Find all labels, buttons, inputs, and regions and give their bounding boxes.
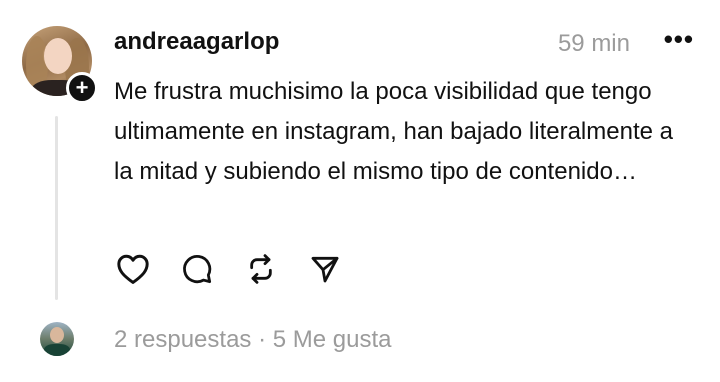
thread-line <box>55 116 58 300</box>
replier-avatar[interactable] <box>40 322 74 356</box>
action-bar <box>114 250 344 288</box>
repost-icon[interactable] <box>242 250 280 288</box>
username[interactable]: andreaagarlop <box>114 28 279 56</box>
likes-link[interactable]: 5 Me gusta <box>273 326 392 353</box>
stats-separator: · <box>251 326 273 353</box>
share-icon[interactable] <box>306 250 344 288</box>
post-stats: 2 respuestas · 5 Me gusta <box>114 326 391 354</box>
follow-plus-icon[interactable]: + <box>66 72 98 104</box>
comment-icon[interactable] <box>178 250 216 288</box>
post-text: Me frustra muchisimo la poca visibilidad… <box>114 78 673 185</box>
heart-icon[interactable] <box>114 250 152 288</box>
more-options-icon[interactable]: ••• <box>664 24 694 55</box>
post-time: 59 min <box>557 30 630 57</box>
replies-link[interactable]: 2 respuestas <box>114 326 251 353</box>
